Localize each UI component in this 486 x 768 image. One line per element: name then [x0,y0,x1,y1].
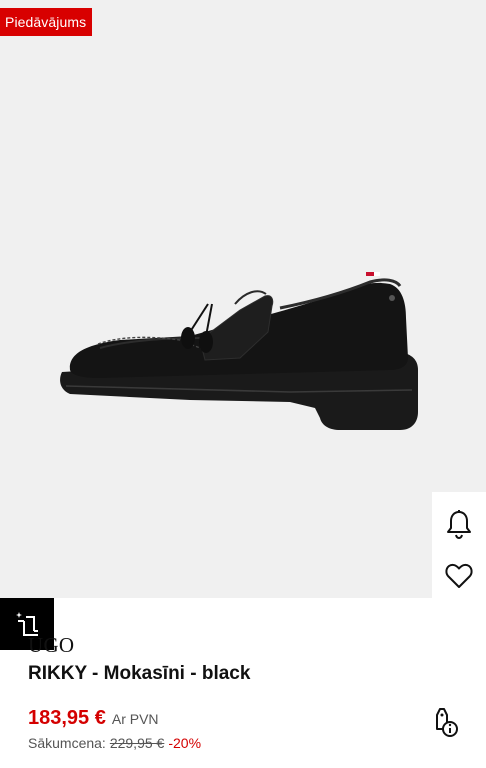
discount-badge: -20% [168,735,202,751]
product-shoe-image [60,272,418,430]
original-price-label: Sākumcena: [28,735,106,751]
product-image-area[interactable]: Piedāvājums [0,0,486,598]
price-tag-info-icon [436,708,458,737]
price-tag-info-button[interactable] [428,706,462,740]
offer-badge: Piedāvājums [0,8,93,36]
price-row: 183,95 € Ar PVN [28,707,159,730]
product-title: RIKKY - Mokasīni - black [28,663,251,684]
bell-icon[interactable] [432,500,486,548]
product-brand[interactable]: UGO [28,633,74,658]
side-actions-panel [432,492,486,602]
original-price-row: Sākumcena: 229,95 € -20% [28,735,201,751]
current-price: 183,95 € [28,707,106,729]
original-price: 229,95 € [109,735,165,751]
vat-label: Ar PVN [111,711,159,727]
heart-icon[interactable] [432,552,486,600]
